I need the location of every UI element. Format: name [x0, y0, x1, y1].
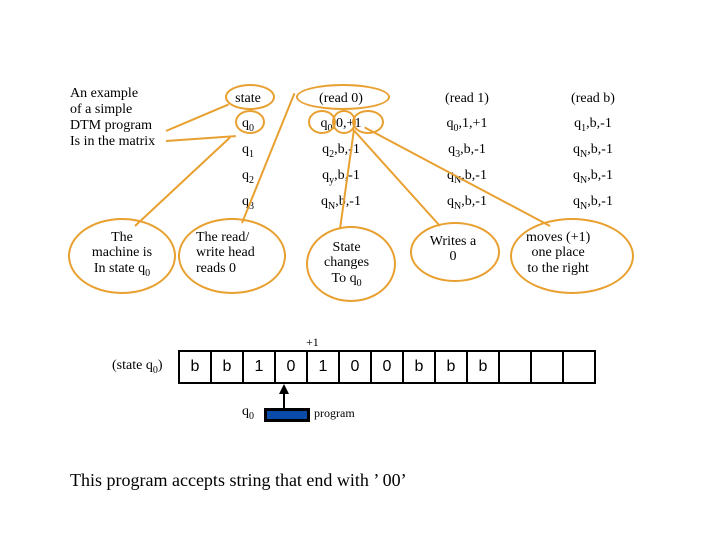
program-label: program [314, 406, 355, 421]
program-box [264, 408, 310, 422]
tape-state-label: (state q0) [112, 358, 163, 376]
t: changes [324, 255, 369, 270]
t: (state q [112, 358, 153, 373]
table-row: q1 q2,b,-1 q3,b,-1 qN,b,-1 [218, 138, 656, 164]
t: The read/ [196, 230, 249, 245]
cell: ,1,+1 [459, 116, 488, 131]
cell: ,b,-1 [461, 194, 487, 209]
cell: ,b,-1 [587, 168, 613, 183]
cell: ,b,-1 [334, 142, 360, 157]
conclusion-text: This program accepts string that end wit… [70, 470, 407, 491]
sub: 0 [145, 268, 150, 279]
cell: ,b,-1 [587, 142, 613, 157]
cell: q [321, 194, 328, 209]
table-row: q3 qN,b,-1 qN,b,-1 qN,b,-1 [218, 190, 656, 216]
tape-cell: 1 [307, 351, 339, 383]
sub: 2 [249, 175, 254, 186]
bubble-readhead-txt: The read/ write head reads 0 [196, 230, 255, 276]
hdr-readb: (read b) [530, 86, 656, 112]
head-state: q0 [242, 404, 254, 422]
circle-read0-hdr [296, 84, 390, 110]
intro-l1: An example [70, 86, 138, 101]
cell: ,b,-1 [335, 194, 361, 209]
cell: q [573, 142, 580, 157]
table-row: q2 qy,b,-1 qN,b,-1 qN,b,-1 [218, 164, 656, 190]
cell: ,b,-1 [586, 116, 612, 131]
t: reads 0 [196, 261, 236, 276]
bubble-moves-txt: moves (+1) one place to the right [526, 230, 590, 276]
tape-cell: 0 [275, 351, 307, 383]
circle-state-hdr [225, 84, 275, 110]
sub: 1 [249, 149, 254, 160]
cell: q [447, 194, 454, 209]
t: 0 [450, 249, 457, 264]
tape-cell: 1 [243, 351, 275, 383]
tape-cell [563, 351, 595, 383]
cell: q [242, 142, 249, 157]
t: To q [332, 271, 357, 286]
t: In state q [94, 261, 145, 276]
bubble-state-txt: State changes To q0 [324, 240, 369, 289]
tape-cell: b [211, 351, 243, 383]
intro-l2: of a simple [70, 102, 132, 117]
tape-cell: b [467, 351, 499, 383]
tape-cell: 0 [339, 351, 371, 383]
t: ) [158, 358, 163, 373]
t: one place [532, 245, 585, 260]
tape-cell: b [403, 351, 435, 383]
t: State [333, 240, 361, 255]
cell: ,b,-1 [460, 142, 486, 157]
circle-q0-state [235, 110, 265, 134]
head-arrow-stem [283, 394, 285, 408]
cell: q [447, 116, 454, 131]
bubble-writes-txt: Writes a 0 [426, 234, 480, 265]
tape: b b 1 0 1 0 0 b b b [178, 350, 596, 384]
t: q [242, 404, 249, 419]
cell: q [573, 194, 580, 209]
head-arrow-icon [279, 384, 289, 394]
intro-text: An example of a simple DTM program Is in… [70, 86, 155, 150]
tape-cell [531, 351, 563, 383]
tape-cell: b [435, 351, 467, 383]
intro-l3: DTM program [70, 118, 152, 133]
t: to the right [527, 261, 588, 276]
tape-cell: 0 [371, 351, 403, 383]
cell: q [573, 168, 580, 183]
t: The [111, 230, 133, 245]
t: Writes a [430, 234, 476, 249]
t: moves (+1) [526, 230, 590, 245]
intro-l4: Is in the matrix [70, 134, 155, 149]
t: machine is [92, 245, 152, 260]
cell: ,b,-1 [587, 194, 613, 209]
sub: 0 [357, 278, 362, 289]
cell: q [242, 168, 249, 183]
tape-cell: b [179, 351, 211, 383]
bubble-machine-txt: The machine is In state q0 [86, 230, 158, 279]
t: write head [196, 245, 255, 260]
tape-plus1: +1 [306, 335, 319, 350]
transition-table: state (read 0) (read 1) (read b) q0 q0,0… [218, 86, 656, 216]
sub: 0 [249, 411, 254, 422]
hdr-read1: (read 1) [404, 86, 530, 112]
tape-cell [499, 351, 531, 383]
